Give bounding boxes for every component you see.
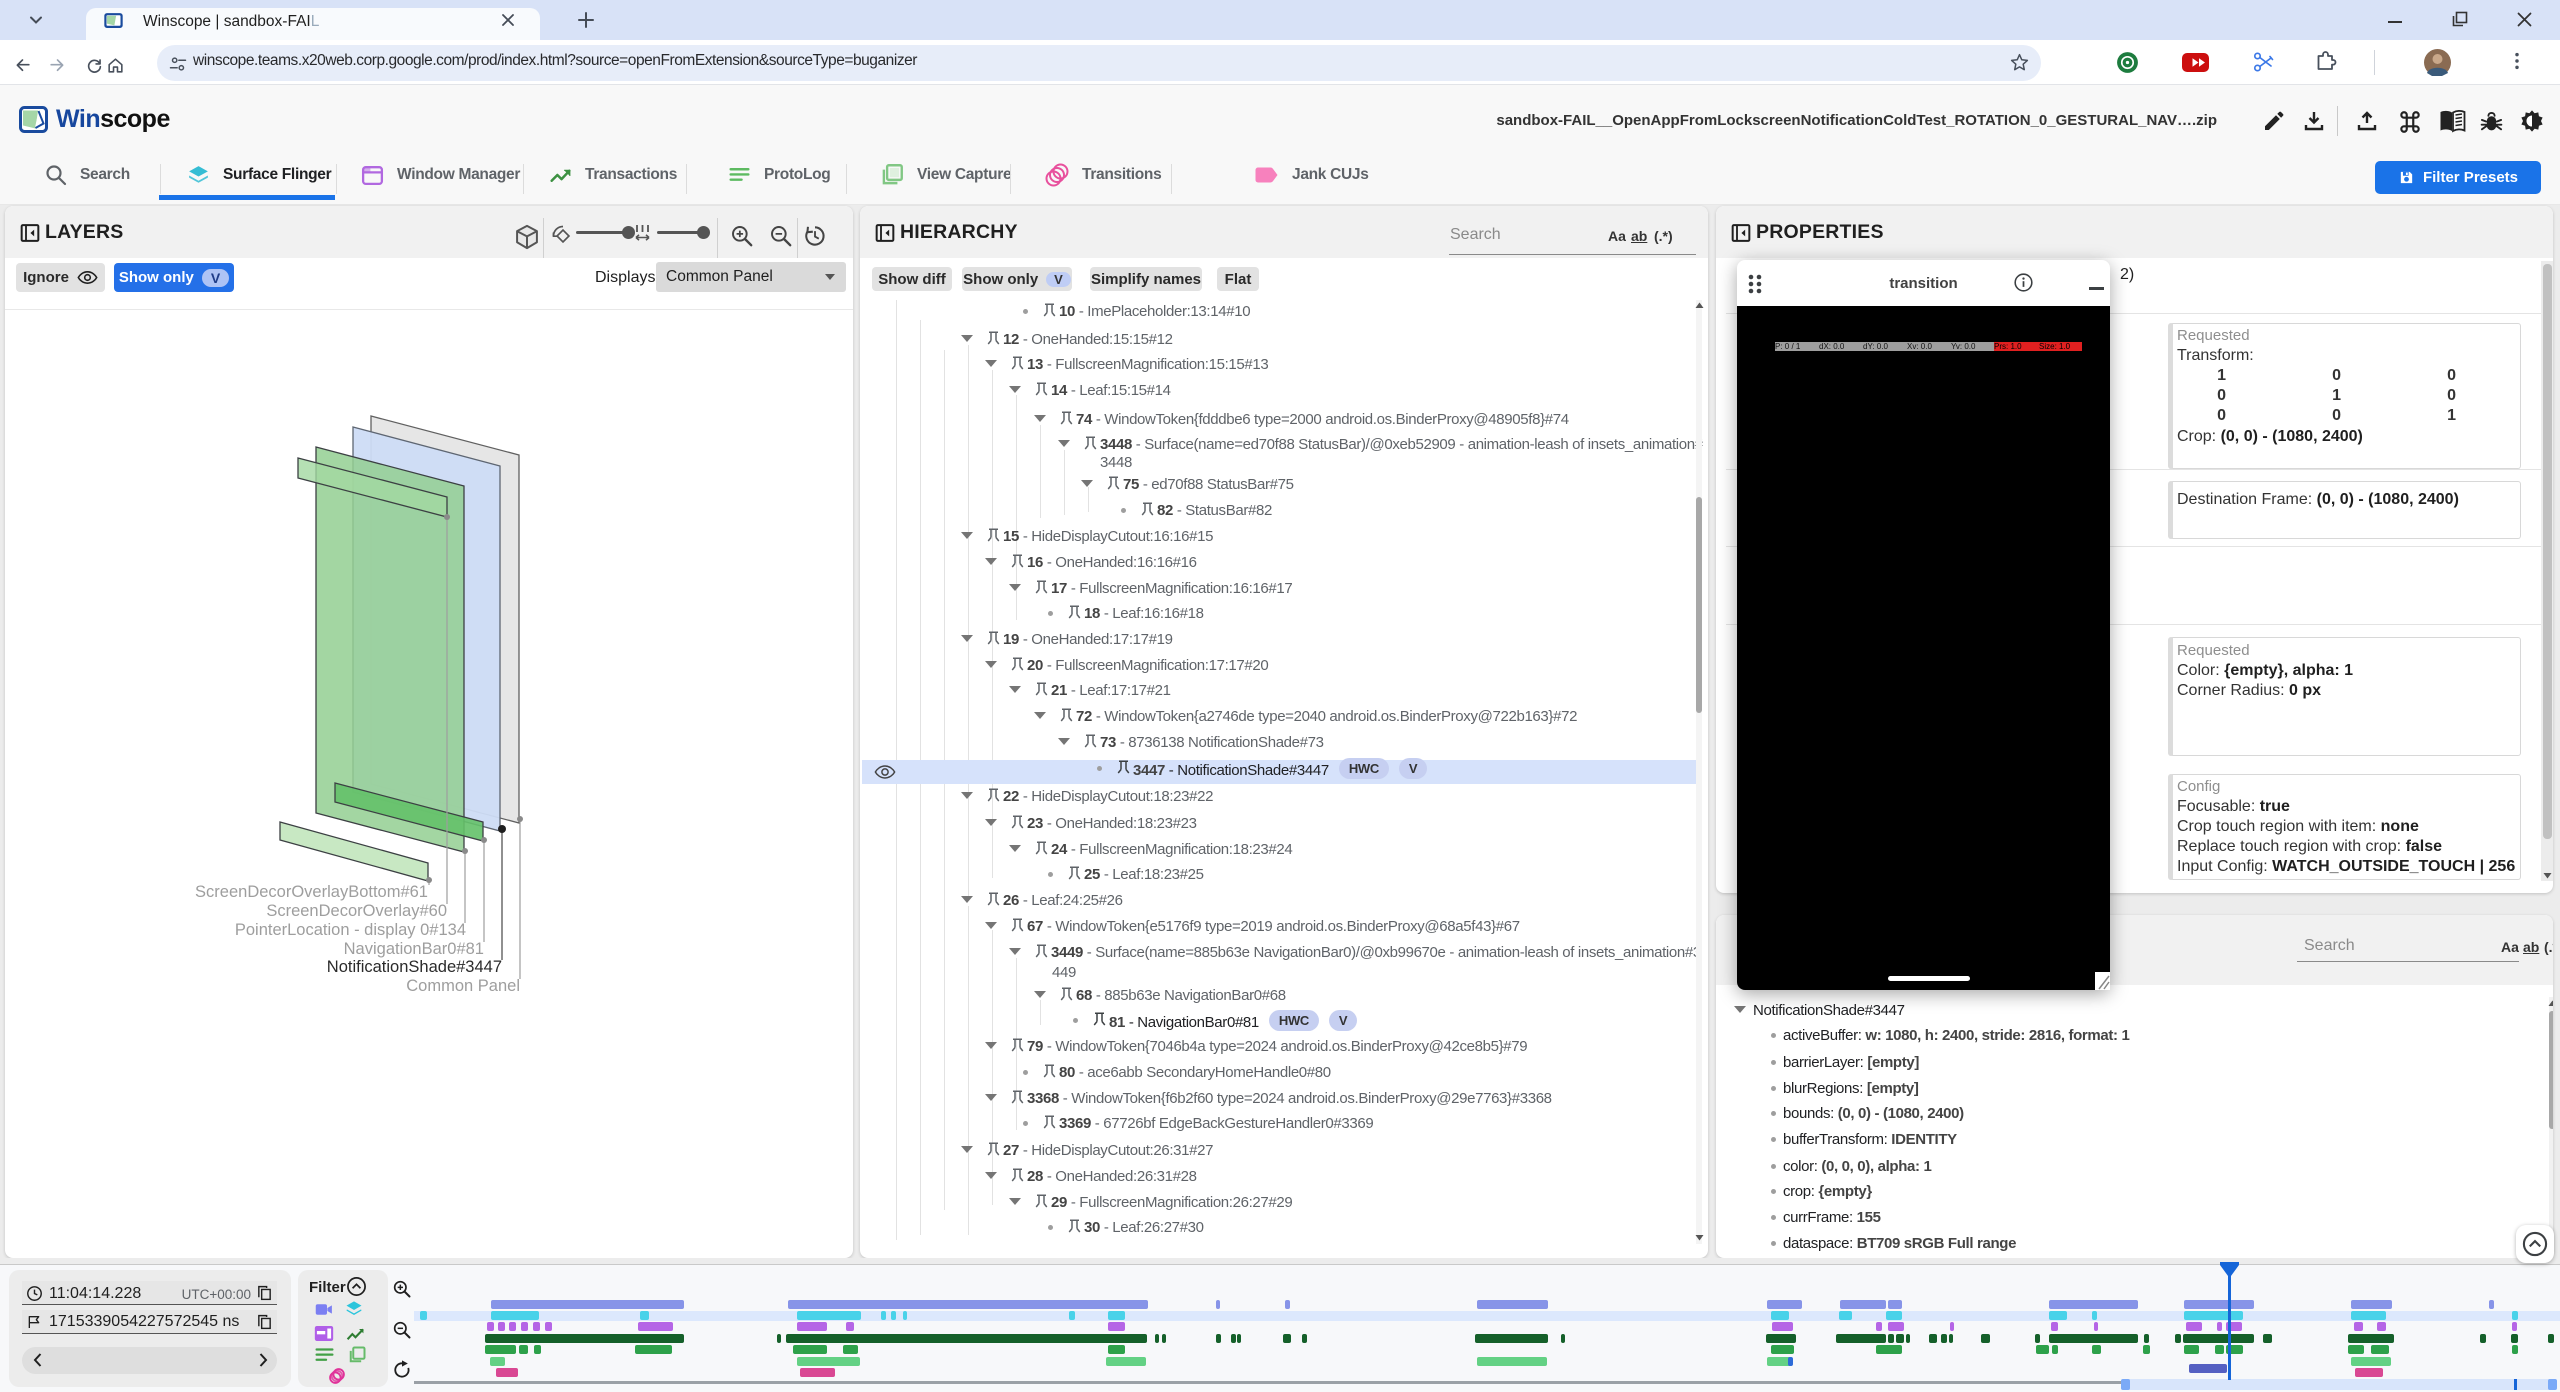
svg-text:ScreenDecorOverlayBottom#61: ScreenDecorOverlayBottom#61 xyxy=(195,883,428,901)
svg-text:PointerLocation - display 0#13: PointerLocation - display 0#134 xyxy=(235,921,466,939)
svg-text:NotificationShade#3447: NotificationShade#3447 xyxy=(327,958,502,976)
svg-text:Common Panel: Common Panel xyxy=(406,977,520,995)
svg-text:NavigationBar0#81: NavigationBar0#81 xyxy=(344,940,484,958)
svg-text:ScreenDecorOverlay#60: ScreenDecorOverlay#60 xyxy=(266,902,447,920)
